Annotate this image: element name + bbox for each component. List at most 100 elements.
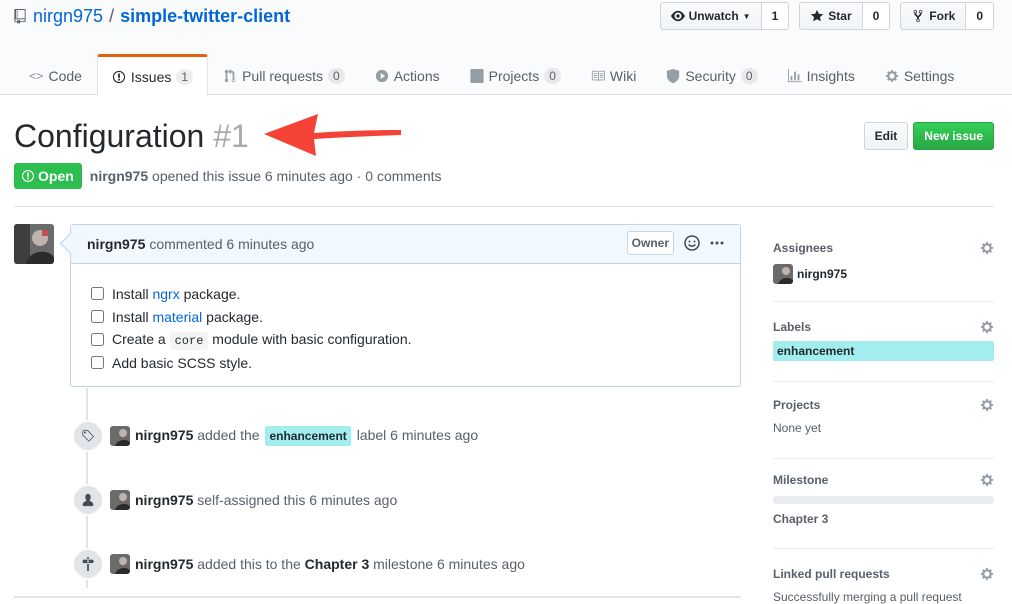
- timeline-author-link[interactable]: nirgn975: [135, 427, 193, 443]
- timeline-event: nirgn975 added the enhancement label 6 m…: [72, 420, 478, 452]
- timeline-author-link[interactable]: nirgn975: [135, 492, 193, 508]
- task-checkbox[interactable]: [91, 310, 104, 323]
- avatar[interactable]: [110, 426, 130, 446]
- comment-header: nirgn975 commented 6 minutes ago Owner: [71, 225, 740, 264]
- star-group: Star 0: [799, 2, 891, 30]
- tab-settings[interactable]: Settings: [870, 54, 970, 95]
- assignees-heading[interactable]: Assignees: [773, 238, 994, 258]
- tab-pull-requests[interactable]: Pull requests 0: [208, 54, 360, 95]
- sidebar-linked-prs: Linked pull requests Successfully mergin…: [773, 549, 994, 604]
- tab-projects-label: Projects: [488, 68, 540, 84]
- task-text: Create a core module with basic configur…: [112, 331, 412, 350]
- tab-insights[interactable]: Insights: [773, 54, 870, 95]
- tab-issues[interactable]: Issues 1: [96, 54, 209, 96]
- task-checkbox[interactable]: [91, 287, 104, 300]
- label-enhancement[interactable]: enhancement: [773, 341, 994, 361]
- unwatch-button[interactable]: Unwatch ▼: [659, 2, 762, 30]
- gear-icon[interactable]: [980, 320, 994, 334]
- tab-projects[interactable]: Projects 0: [455, 54, 576, 95]
- labels-heading[interactable]: Labels: [773, 317, 994, 337]
- task-item: Add basic SCSS style.: [91, 351, 720, 374]
- milestone-value[interactable]: Chapter 3: [773, 512, 994, 526]
- linked-prs-value: Successfully merging a pull request: [773, 590, 962, 604]
- gear-icon[interactable]: [980, 567, 994, 581]
- issue-meta: Open nirgn975 opened this issue 6 minute…: [14, 163, 442, 189]
- projects-heading[interactable]: Projects: [773, 395, 994, 415]
- ngrx-link[interactable]: ngrx: [152, 286, 179, 302]
- issue-opened-icon: [112, 70, 126, 83]
- sidebar-assignees: Assignees nirgn975: [773, 224, 994, 302]
- issue-author-link[interactable]: nirgn975: [90, 168, 148, 184]
- project-icon: [470, 69, 484, 83]
- play-icon: [375, 69, 388, 83]
- timeline-badge: [72, 420, 104, 452]
- timeline-author-link[interactable]: nirgn975: [135, 556, 193, 572]
- sidebar-milestone: Milestone Chapter 3: [773, 459, 994, 549]
- repo-actions: Unwatch ▼ 1 Star 0 Fork 0: [659, 2, 994, 30]
- graph-icon: [787, 69, 802, 83]
- tab-code-label: Code: [48, 68, 82, 84]
- star-label: Star: [828, 9, 852, 23]
- assignee-item[interactable]: nirgn975: [773, 264, 994, 284]
- timeline-event: nirgn975 added this to the Chapter 3 mil…: [72, 548, 525, 580]
- header-divider: [14, 206, 994, 207]
- state-label: Open: [38, 168, 74, 184]
- material-link[interactable]: material: [152, 309, 202, 325]
- kebab-horizontal-icon[interactable]: [710, 235, 724, 251]
- task-checkbox[interactable]: [91, 356, 104, 369]
- tab-pull-requests-label: Pull requests: [242, 68, 324, 84]
- milestone-link[interactable]: Chapter 3: [305, 556, 370, 572]
- gear-icon[interactable]: [980, 473, 994, 487]
- sidebar-labels: Labels enhancement: [773, 302, 994, 382]
- gear-icon[interactable]: [980, 398, 994, 412]
- fork-button[interactable]: Fork: [900, 2, 967, 30]
- tab-issues-label: Issues: [130, 68, 172, 85]
- tab-actions[interactable]: Actions: [360, 54, 455, 95]
- avatar[interactable]: [110, 554, 130, 574]
- inline-code: core: [169, 332, 209, 350]
- milestone-heading[interactable]: Milestone: [773, 470, 994, 490]
- tab-security[interactable]: Security 0: [651, 54, 772, 95]
- comment-body: Install ngrx package. Install material p…: [71, 264, 740, 392]
- book-icon: [591, 70, 605, 82]
- star-count[interactable]: 0: [862, 2, 891, 30]
- linked-prs-heading[interactable]: Linked pull requests: [773, 564, 994, 584]
- label-enhancement[interactable]: enhancement: [265, 426, 351, 446]
- milestone-icon: [82, 557, 95, 571]
- red-arrow-annotation: [264, 114, 401, 156]
- issue-sidebar: Assignees nirgn975 Labels enhancement Pr…: [773, 224, 994, 604]
- fork-count[interactable]: 0: [966, 2, 994, 30]
- fork-icon: [913, 9, 923, 23]
- avatar[interactable]: [14, 224, 54, 264]
- gear-icon: [885, 69, 898, 83]
- task-text: Add basic SCSS style.: [112, 354, 253, 371]
- eye-icon: [670, 10, 685, 22]
- pull-request-icon: [224, 69, 236, 83]
- avatar: [773, 264, 793, 284]
- avatar[interactable]: [110, 490, 130, 510]
- repo-name-link[interactable]: simple-twitter-client: [120, 6, 290, 27]
- repo-title: nirgn975 / simple-twitter-client: [14, 5, 290, 27]
- tab-wiki[interactable]: Wiki: [576, 54, 651, 95]
- new-issue-button[interactable]: New issue: [913, 122, 994, 150]
- tab-code[interactable]: <> Code: [14, 54, 97, 95]
- task-item: Create a core module with basic configur…: [91, 328, 720, 351]
- task-text: Install material package.: [112, 308, 263, 325]
- state-badge: Open: [14, 163, 82, 189]
- shield-icon: [667, 69, 680, 83]
- tab-security-label: Security: [685, 68, 736, 84]
- smiley-icon[interactable]: [684, 235, 700, 251]
- issue-opened-icon: [22, 170, 34, 182]
- repo-header: nirgn975 / simple-twitter-client Unwatch…: [0, 0, 1012, 96]
- gear-icon[interactable]: [980, 241, 994, 255]
- repo-owner-link[interactable]: nirgn975: [33, 6, 103, 27]
- timeline-text: nirgn975 self-assigned this 6 minutes ag…: [135, 492, 398, 508]
- sidebar-projects: Projects None yet: [773, 382, 994, 459]
- timeline-text: nirgn975 added this to the Chapter 3 mil…: [135, 556, 525, 572]
- watch-count[interactable]: 1: [761, 2, 790, 30]
- person-icon: [82, 493, 94, 507]
- comment-author-link[interactable]: nirgn975: [87, 236, 145, 252]
- task-checkbox[interactable]: [91, 333, 104, 346]
- star-button[interactable]: Star: [799, 2, 863, 30]
- edit-button[interactable]: Edit: [863, 122, 909, 150]
